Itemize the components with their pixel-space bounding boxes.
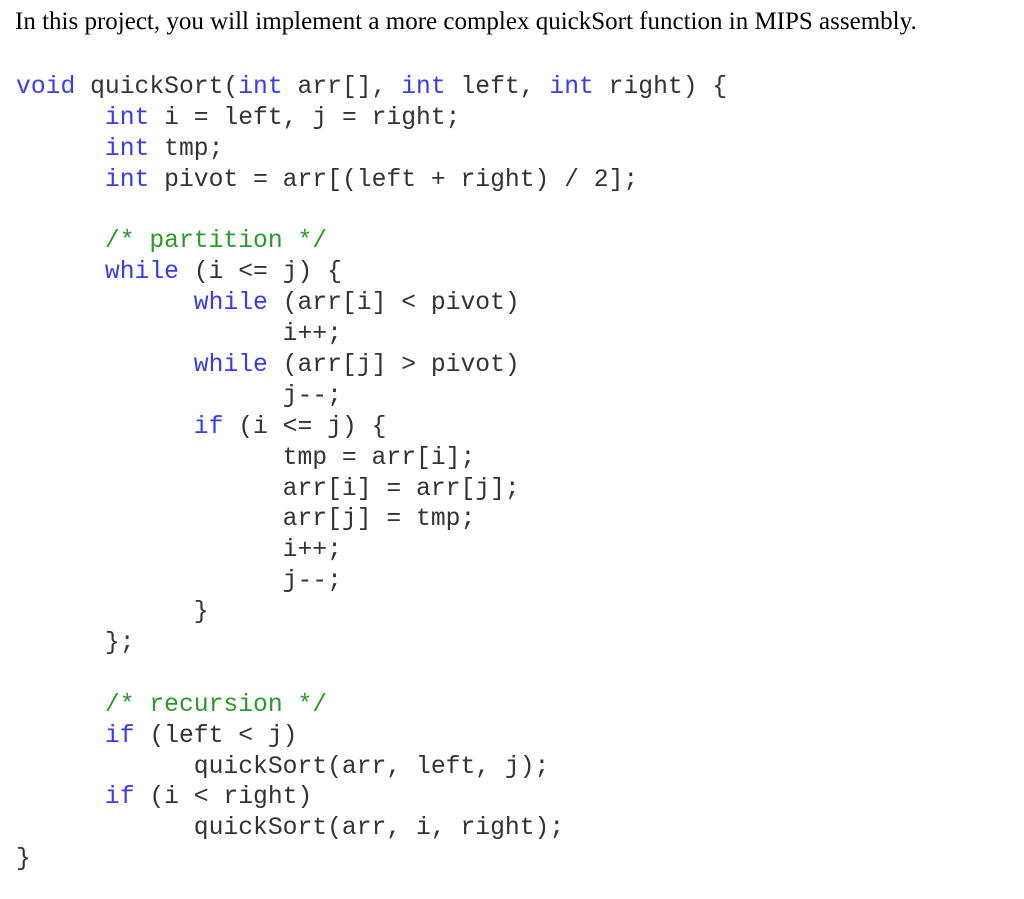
code-line: while (arr[j] > pivot) (16, 350, 727, 381)
code-line: j--; (16, 566, 727, 597)
code-text: i++; (16, 536, 342, 565)
code-text: (left < j) (134, 721, 298, 750)
code-text: } (16, 598, 209, 627)
code-line: /* partition */ (16, 226, 727, 257)
code-text: tmp; (149, 134, 224, 163)
code-line: quickSort(arr, i, right); (16, 813, 727, 844)
code-line: quickSort(arr, left, j); (16, 752, 727, 783)
code-comment: /* partition */ (104, 227, 328, 256)
code-text: j--; (16, 381, 342, 410)
code-text: (arr[j] > pivot) (267, 351, 520, 380)
code-line: void quickSort(int arr[], int left, int … (16, 72, 727, 103)
code-keyword: void (16, 73, 76, 101)
code-line: j--; (16, 381, 727, 412)
code-text: tmp = arr[i]; (16, 443, 476, 472)
code-line: arr[j] = tmp; (16, 504, 727, 535)
code-text: arr[], (282, 73, 402, 101)
code-text: (i <= j) { (178, 258, 342, 287)
code-text: (i <= j) { (223, 412, 387, 441)
code-keyword: int (549, 73, 594, 101)
code-line: if (i <= j) { (16, 412, 727, 443)
code-text: left, (445, 73, 550, 101)
code-keyword: int (401, 73, 446, 101)
code-text: i++; (16, 320, 342, 349)
code-keyword: if (104, 721, 135, 750)
code-line: while (i <= j) { (16, 257, 727, 288)
code-line: }; (16, 628, 727, 659)
code-text: i = left, j = right; (149, 103, 461, 132)
code-keyword: int (104, 165, 150, 194)
code-line: if (left < j) (16, 721, 727, 752)
code-line: arr[i] = arr[j]; (16, 474, 727, 505)
code-keyword: int (104, 103, 150, 132)
code-line: i++; (16, 319, 727, 350)
code-block: void quickSort(int arr[], int left, int … (16, 72, 727, 875)
code-line: int tmp; (16, 134, 727, 165)
code-keyword: while (193, 351, 268, 380)
code-line: if (i < right) (16, 782, 727, 813)
code-text: quickSort( (75, 73, 239, 101)
code-text: j--; (16, 567, 342, 596)
code-text: (arr[i] < pivot) (267, 289, 520, 318)
code-comment: /* recursion */ (104, 690, 328, 719)
code-text: pivot = arr[(left + right) / 2]; (149, 165, 639, 194)
code-keyword: while (104, 258, 179, 287)
code-keyword: while (193, 289, 268, 318)
code-line: tmp = arr[i]; (16, 443, 727, 474)
code-text: } (16, 845, 31, 874)
code-text: }; (16, 629, 135, 658)
code-line: } (16, 597, 727, 628)
code-text: quickSort(arr, left, j); (16, 752, 550, 781)
code-line: i++; (16, 535, 727, 566)
code-line: while (arr[i] < pivot) (16, 288, 727, 319)
code-line: /* recursion */ (16, 690, 727, 721)
code-text: arr[j] = tmp; (16, 505, 476, 534)
code-text: (i < right) (134, 783, 313, 812)
intro-paragraph: In this project, you will implement a mo… (15, 8, 917, 35)
code-text: quickSort(arr, i, right); (16, 814, 565, 843)
code-keyword: if (104, 783, 135, 812)
code-line: } (16, 844, 727, 875)
code-keyword: if (193, 412, 224, 441)
code-keyword: int (238, 73, 283, 101)
code-line: int pivot = arr[(left + right) / 2]; (16, 165, 727, 196)
code-keyword: int (104, 134, 150, 163)
code-line: int i = left, j = right; (16, 103, 727, 134)
code-text: right) { (593, 73, 728, 101)
code-text: arr[i] = arr[j]; (16, 474, 520, 503)
